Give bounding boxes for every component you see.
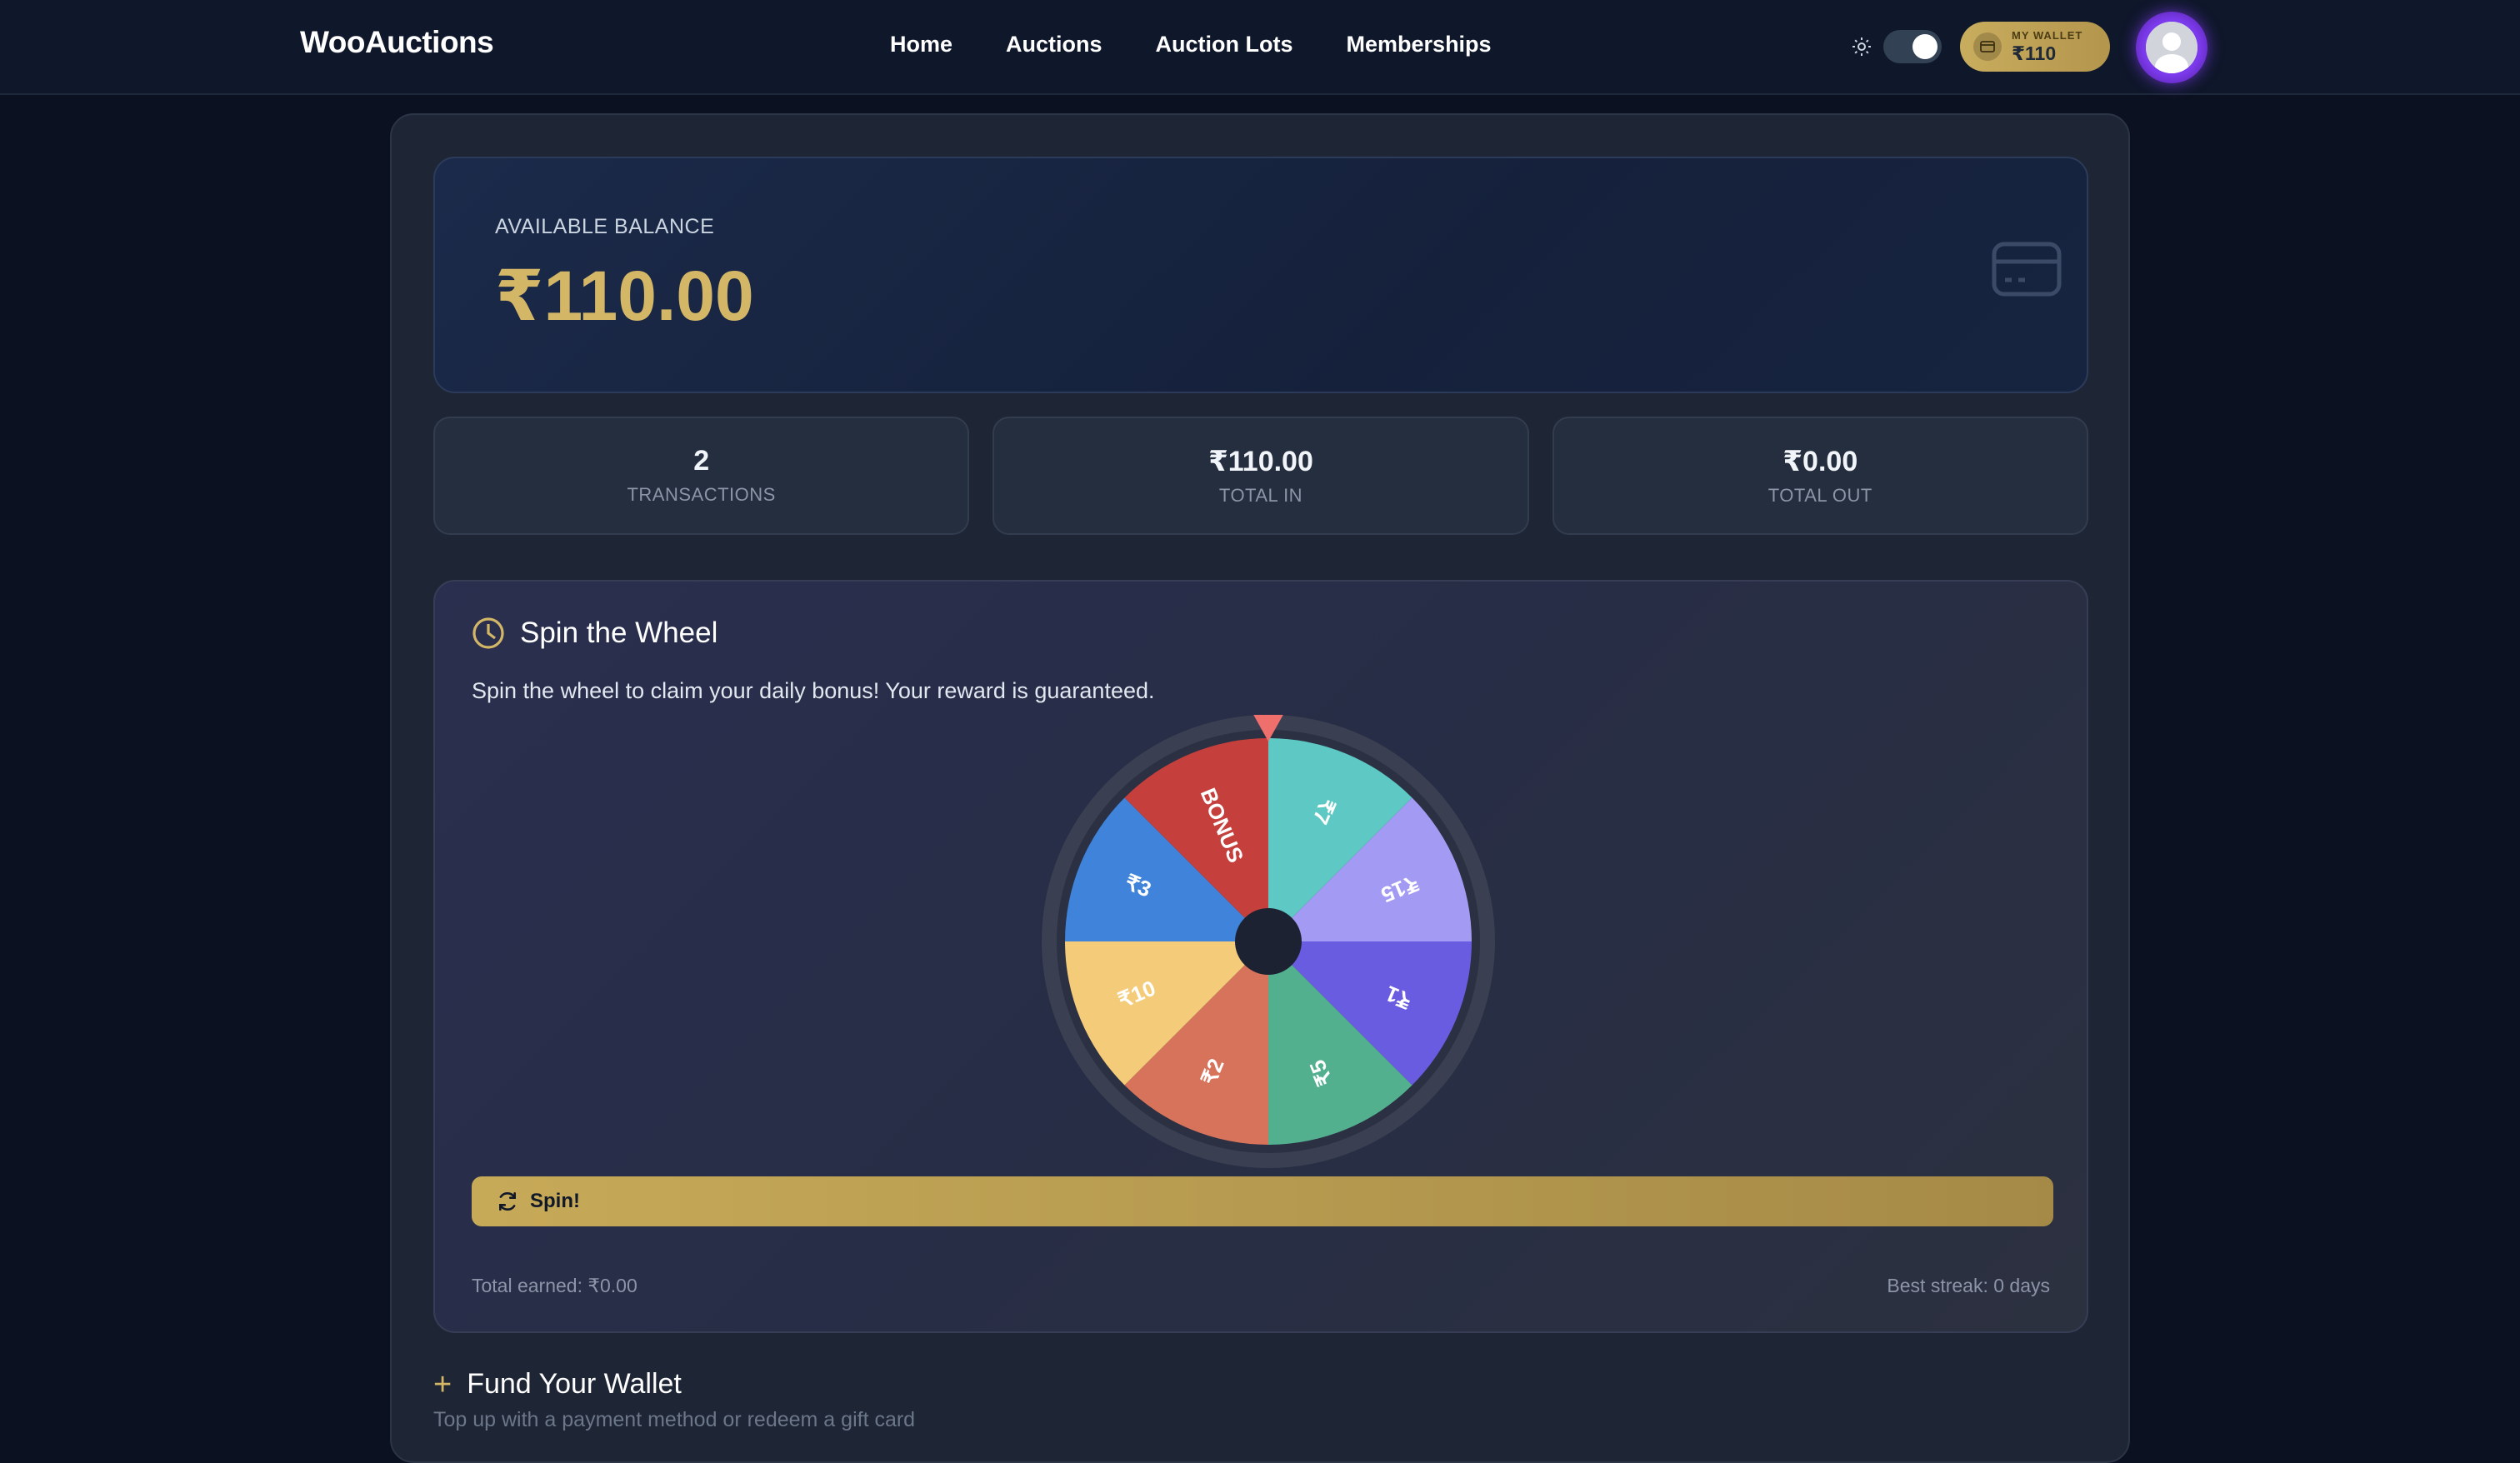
stat-value: 2: [693, 445, 710, 477]
credit-card-icon: [1992, 242, 2062, 297]
spin-button[interactable]: Spin!: [472, 1176, 2053, 1226]
user-avatar[interactable]: [2136, 12, 2208, 83]
fund-wallet-title-text: Fund Your Wallet: [467, 1368, 682, 1400]
wallet-amount: ₹110: [2012, 42, 2057, 64]
nav-auction-lots-link[interactable]: Auction Lots: [1156, 32, 1293, 57]
spin-title: Spin the Wheel: [472, 617, 718, 650]
my-wallet-button[interactable]: MY WALLET ₹110: [1960, 22, 2110, 72]
nav-auctions-link[interactable]: Auctions: [1006, 32, 1102, 57]
stat-total-in: ₹110.00 TOTAL IN: [992, 417, 1529, 535]
prize-wheel[interactable]: ₹7 ₹15 ₹1 ₹5 ₹2 ₹10 ₹3 BONUS: [1042, 712, 1495, 1168]
stat-transactions: 2 TRANSACTIONS: [433, 417, 970, 535]
stat-label: TRANSACTIONS: [627, 484, 776, 505]
sun-icon: [1852, 37, 1871, 56]
prize-wheel-graphic: ₹7₹15₹1₹5₹2₹10₹3BONUS: [1042, 712, 1495, 1168]
spin-title-text: Spin the Wheel: [520, 617, 718, 649]
dark-mode-switch[interactable]: [1883, 30, 1942, 63]
stat-label: TOTAL OUT: [1768, 485, 1872, 506]
stat-value: ₹0.00: [1782, 446, 1858, 477]
stat-value: ₹110.00: [1208, 446, 1313, 477]
avatar-image: [2146, 22, 2198, 73]
top-navigation-bar: WooAuctions Home Auctions Auction Lots M…: [0, 0, 2520, 95]
clock-icon: [472, 617, 504, 649]
brand-logo[interactable]: WooAuctions: [300, 25, 494, 60]
plus-icon: +: [433, 1366, 452, 1402]
balance-amount: ₹110.00: [495, 257, 754, 335]
nav-home-link[interactable]: Home: [890, 32, 952, 57]
theme-toggle: [1852, 30, 1942, 63]
wallet-panel: AVAILABLE BALANCE ₹110.00 2 TRANSACTIONS…: [390, 113, 2130, 1463]
fund-wallet-subtitle: Top up with a payment method or redeem a…: [433, 1408, 916, 1431]
nav-memberships-link[interactable]: Memberships: [1347, 32, 1492, 57]
fund-wallet-title: + Fund Your Wallet: [433, 1368, 682, 1401]
stat-total-out: ₹0.00 TOTAL OUT: [1552, 417, 2088, 535]
main-nav: Home Auctions Auction Lots Memberships: [890, 32, 1545, 57]
refresh-icon: [499, 1191, 516, 1211]
wallet-label: MY WALLET: [2012, 29, 2083, 42]
wallet-stats: 2 TRANSACTIONS ₹110.00 TOTAL IN ₹0.00 TO…: [433, 417, 2088, 535]
balance-label: AVAILABLE BALANCE: [495, 215, 715, 238]
stat-label: TOTAL IN: [1218, 485, 1303, 506]
spin-description: Spin the wheel to claim your daily bonus…: [472, 678, 1155, 703]
spin-wheel-card: Spin the Wheel Spin the wheel to claim y…: [433, 580, 2088, 1333]
balance-card: AVAILABLE BALANCE ₹110.00: [433, 157, 2088, 393]
total-earned: Total earned: ₹0.00: [472, 1275, 638, 1296]
switch-knob: [1912, 34, 1938, 59]
wallet-icon: [1973, 32, 2002, 61]
spin-button-label: Spin!: [530, 1190, 580, 1212]
wallet-text: MY WALLET ₹110: [2012, 30, 2082, 63]
wheel-hub: [1235, 908, 1302, 975]
best-streak: Best streak: 0 days: [1887, 1275, 2050, 1296]
